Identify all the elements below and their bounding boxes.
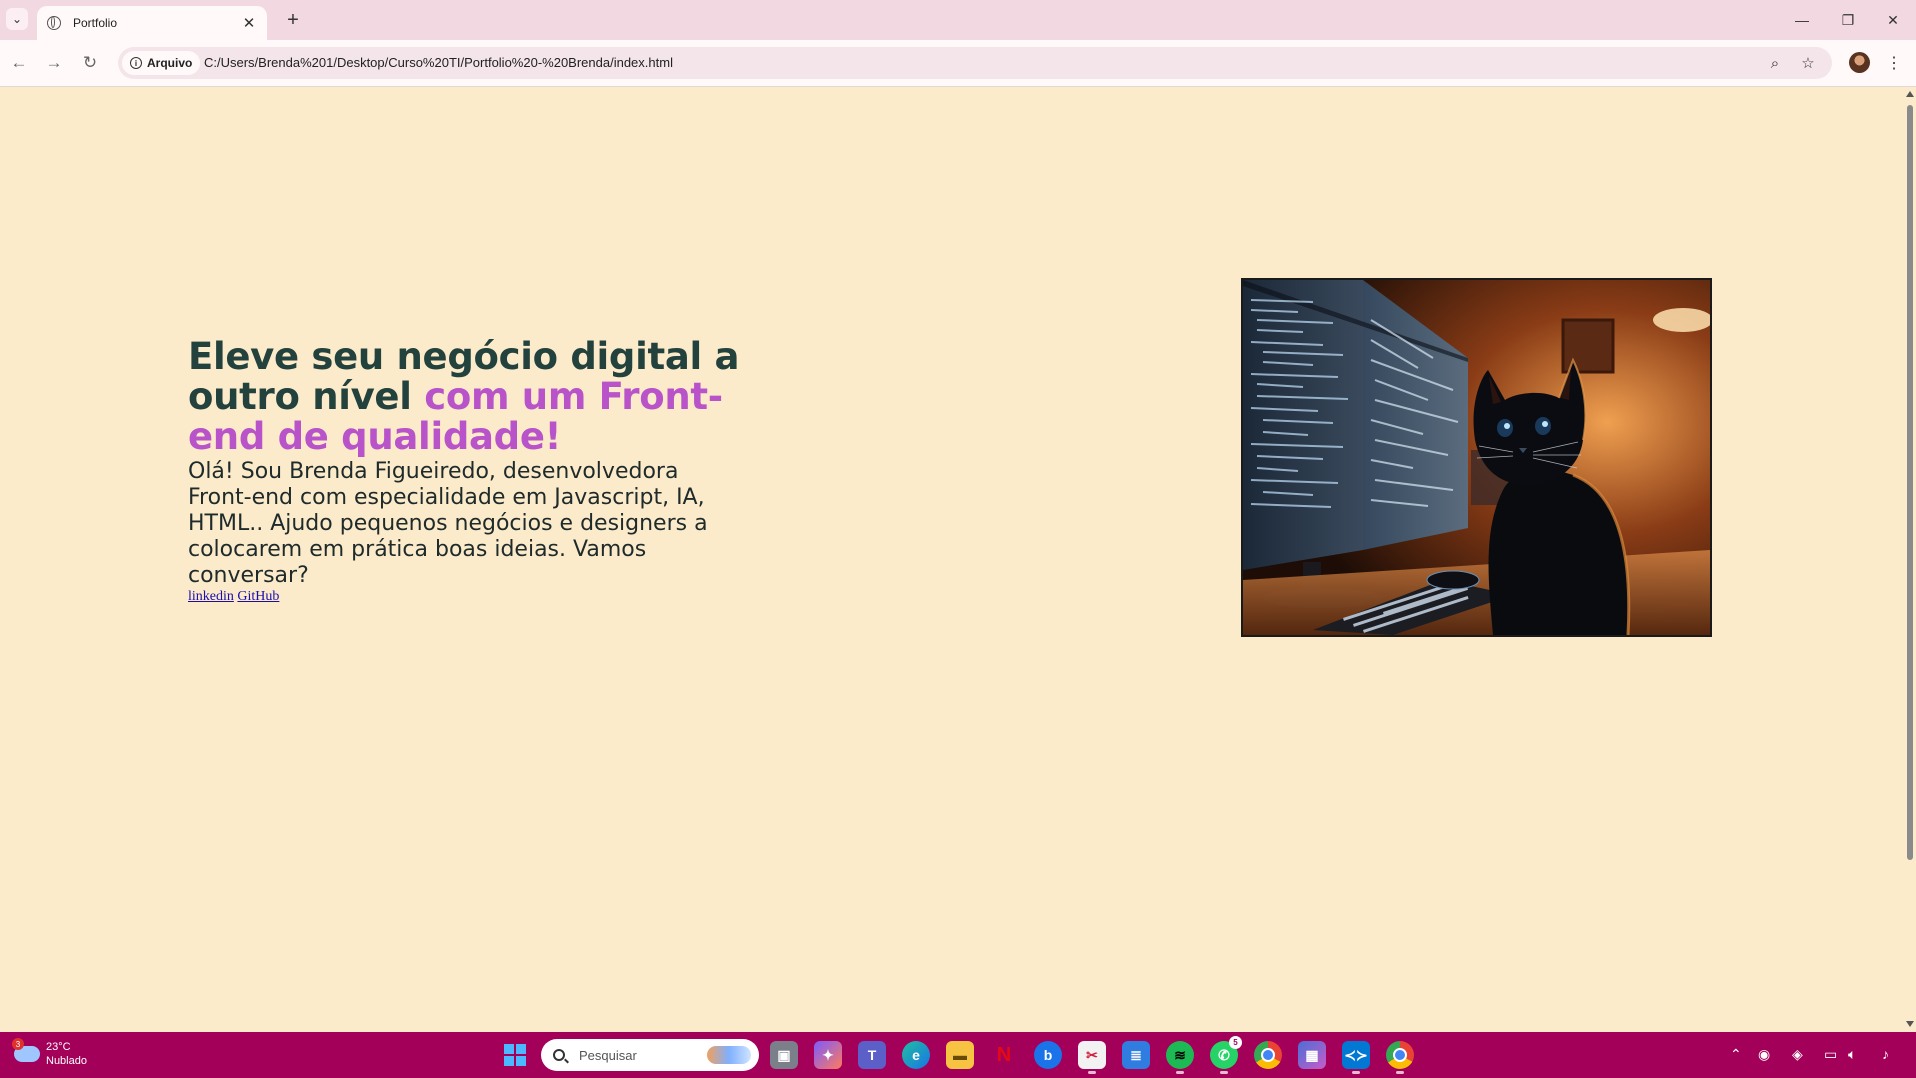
url-text[interactable]: C:/Users/Brenda%201/Desktop/Curso%20TI/P…: [204, 55, 673, 70]
photo-app-icon[interactable]: ▦: [1298, 1041, 1326, 1069]
info-icon: i: [130, 57, 142, 69]
whatsapp-icon[interactable]: ✆ 5: [1210, 1036, 1242, 1074]
edge-icon[interactable]: e: [902, 1041, 930, 1069]
teams-icon[interactable]: T: [858, 1041, 886, 1069]
forward-button[interactable]: →: [41, 50, 67, 76]
profile-avatar[interactable]: [1849, 52, 1870, 73]
site-chip-label: Arquivo: [147, 56, 193, 70]
tab-search-button[interactable]: ⌄: [6, 8, 28, 30]
hero-intro: Olá! Sou Brenda Figueiredo, desenvolvedo…: [188, 459, 708, 588]
reload-button[interactable]: ↻: [77, 50, 103, 76]
tray-overflow-icon[interactable]: ⌃: [1730, 1046, 1742, 1063]
social-links: linkedin GitHub: [188, 589, 758, 605]
file-explorer-icon[interactable]: ▬: [946, 1041, 974, 1069]
weather-desc: Nublado: [46, 1055, 87, 1067]
search-highlight-icon: [707, 1046, 751, 1064]
tab-strip: ⌄ Portfolio ✕ + — ❐ ✕: [0, 0, 1916, 40]
notifications-bell-icon[interactable]: ♪: [1882, 1046, 1889, 1062]
weather-widget[interactable]: 3 23°C Nublado: [12, 1038, 87, 1068]
snipping-tool-icon[interactable]: ✂: [1078, 1041, 1106, 1074]
windows-logo-icon: [504, 1044, 514, 1054]
network-icon[interactable]: ▭: [1824, 1046, 1837, 1063]
netflix-icon[interactable]: N: [990, 1041, 1018, 1069]
address-bar[interactable]: i Arquivo C:/Users/Brenda%201/Desktop/Cu…: [118, 47, 1832, 79]
vscode-icon[interactable]: ≺≻: [1342, 1041, 1370, 1074]
github-link[interactable]: GitHub: [237, 589, 279, 604]
browser-menu-icon[interactable]: ⋮: [1886, 52, 1902, 74]
tab-title: Portfolio: [73, 16, 118, 30]
notepad-icon[interactable]: ≣: [1122, 1041, 1150, 1069]
weather-temp: 23°C: [46, 1041, 71, 1053]
scroll-up-arrow-icon[interactable]: [1906, 91, 1914, 97]
page-viewport: Eleve seu negócio digital a outro nível …: [0, 87, 1904, 1032]
minimize-button[interactable]: —: [1782, 7, 1822, 33]
browser-toolbar: ← → ↻ i Arquivo C:/Users/Brenda%201/Desk…: [0, 40, 1916, 87]
restore-button[interactable]: ❐: [1828, 7, 1868, 33]
hero-illustration: [1243, 280, 1710, 635]
tab-portfolio[interactable]: Portfolio ✕: [37, 6, 267, 40]
bing-icon[interactable]: b: [1034, 1041, 1062, 1069]
steam-icon[interactable]: ◉: [1758, 1046, 1770, 1063]
linkedin-link[interactable]: linkedin: [188, 589, 234, 604]
site-info-chip[interactable]: i Arquivo: [122, 51, 201, 75]
hero-headline: Eleve seu negócio digital a outro nível …: [188, 337, 758, 457]
zoom-icon[interactable]: ⌕: [1764, 52, 1786, 74]
bookmark-star-icon[interactable]: ☆: [1797, 52, 1819, 74]
search-placeholder: Pesquisar: [579, 1047, 637, 1063]
search-icon: [553, 1049, 565, 1061]
copilot-icon[interactable]: ✦: [814, 1041, 842, 1069]
close-tab-icon[interactable]: ✕: [239, 13, 259, 33]
hero-text: Eleve seu negócio digital a outro nível …: [188, 337, 758, 605]
cloud-icon: 3: [12, 1038, 40, 1062]
security-icon[interactable]: ◈: [1792, 1046, 1803, 1063]
task-view-icon[interactable]: ▣: [770, 1041, 798, 1069]
spotify-icon[interactable]: ≋: [1166, 1041, 1194, 1074]
page-scrollbar[interactable]: [1904, 87, 1916, 1032]
chrome-icon[interactable]: [1254, 1041, 1282, 1069]
weather-badge: 3: [12, 1038, 24, 1050]
volume-icon[interactable]: 🔈︎: [1848, 1046, 1856, 1063]
start-button[interactable]: [504, 1044, 526, 1066]
windows-taskbar: 3 23°C Nublado Pesquisar ▣ ✦ T e ▬ N b ✂…: [0, 1032, 1916, 1078]
black-cat-at-computer-image: [1241, 278, 1712, 637]
whatsapp-badge: 5: [1229, 1036, 1242, 1049]
close-window-button[interactable]: ✕: [1873, 7, 1913, 33]
chevron-down-icon: ⌄: [11, 12, 23, 26]
scroll-down-arrow-icon[interactable]: [1906, 1021, 1914, 1027]
scroll-thumb[interactable]: [1907, 105, 1913, 860]
chrome-profile-icon[interactable]: [1386, 1041, 1414, 1074]
taskbar-search[interactable]: Pesquisar: [541, 1039, 759, 1071]
back-button[interactable]: ←: [6, 50, 32, 76]
new-tab-button[interactable]: +: [281, 8, 305, 32]
globe-icon: [47, 16, 61, 30]
